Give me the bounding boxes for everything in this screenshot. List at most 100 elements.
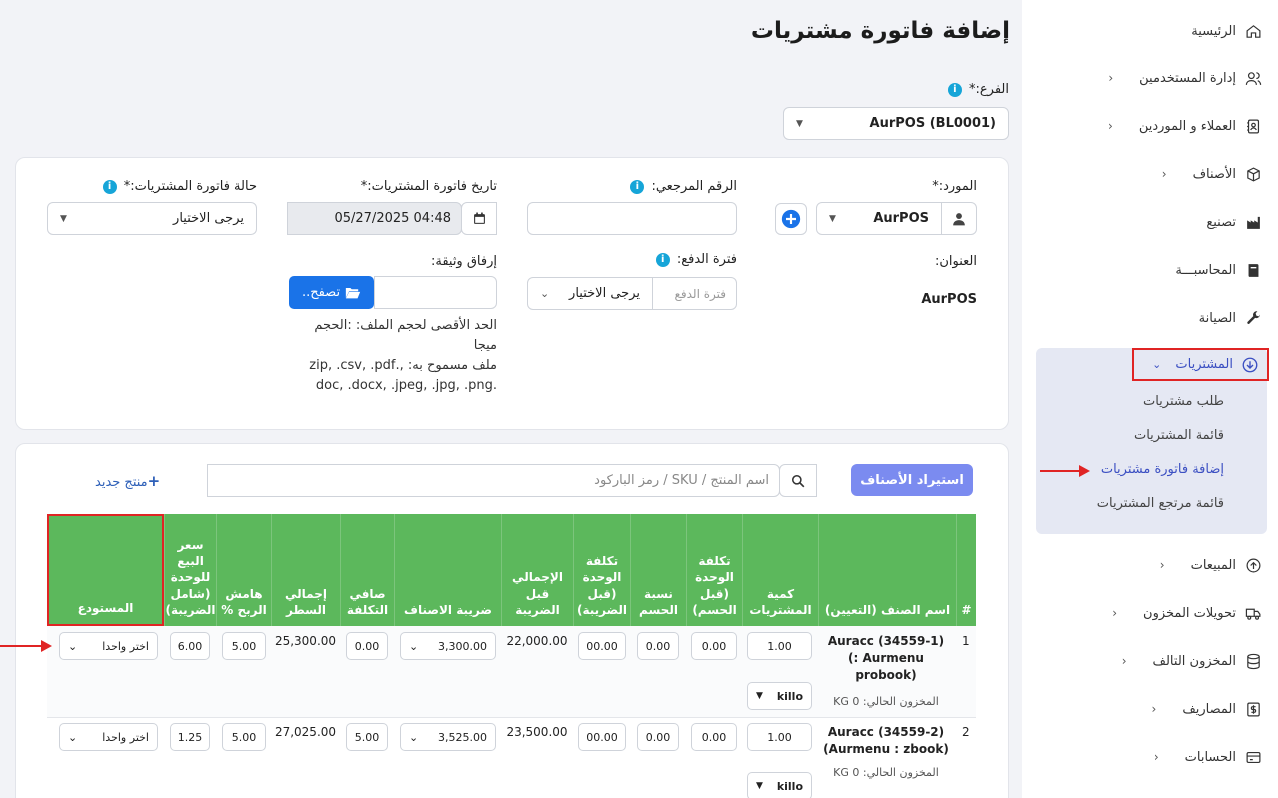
sidebar-item-accounts[interactable]: الحسابات ‹ (1040, 742, 1262, 772)
import-products-button[interactable]: استيراد الأصناف (851, 464, 973, 496)
sidebar-item-home[interactable]: الرئيسية (1040, 16, 1262, 46)
sidebar-item-manufacturing[interactable]: تصنيع (1040, 207, 1262, 237)
product-search-input[interactable]: اسم المنتج / SKU / رمز الباركود (207, 464, 780, 497)
line-total: 27,025.00 (274, 725, 337, 739)
calendar-icon (473, 212, 485, 224)
file-name-input[interactable] (374, 276, 497, 309)
col-selling-price: سعر البيع للوحدة (شامل الضريبة) (164, 514, 216, 626)
wrench-icon (1244, 309, 1262, 327)
unit-cost-before-tax-input[interactable]: 00.00 (578, 632, 626, 660)
add-supplier-button[interactable] (775, 203, 807, 235)
line-total: 25,300.00 (274, 634, 337, 648)
box-icon (1244, 165, 1262, 183)
submenu-purchase-request[interactable]: طلب مشتريات (1044, 394, 1224, 409)
sidebar-item-purchases[interactable]: المشتريات ⌄ (1132, 348, 1269, 381)
chevron-down-icon: ⌄ (409, 639, 419, 653)
chevron-left-icon: ‹ (1112, 606, 1118, 620)
download-icon (1242, 357, 1258, 372)
chevron-down-icon: ⌄ (1152, 358, 1162, 371)
profit-margin-input[interactable]: 5.00 (222, 632, 266, 660)
quantity-input[interactable]: 1.00 (747, 632, 812, 660)
net-cost-input[interactable]: 5.00 (346, 723, 388, 751)
invoice-date-label: تاريخ فاتورة المشتريات:* (360, 179, 497, 194)
branch-select[interactable]: AurPOS (BL0001) ▼ (783, 107, 1009, 140)
unit-cost-input[interactable]: 0.00 (691, 723, 737, 751)
selling-price-input[interactable]: 6.00 (170, 632, 210, 660)
product-name: Auracc (34559-2) (Aurmenu : zbook) (823, 725, 949, 756)
row-number: 1 (962, 634, 970, 648)
col-profit-margin: هامش الربح % (216, 514, 271, 626)
selling-price-input[interactable]: 1.25 (170, 723, 210, 751)
warehouse-select[interactable]: اختر واحدا ⌄ (59, 632, 158, 660)
submenu-purchase-return-list[interactable]: قائمة مرتجع المشتريات (1044, 496, 1224, 511)
col-tax: ضريبة الاصناف (394, 514, 501, 626)
reference-input[interactable] (527, 202, 737, 235)
annotation-arrow (1040, 465, 1090, 477)
calendar-button[interactable] (461, 202, 497, 235)
profit-margin-input[interactable]: 5.00 (222, 723, 266, 751)
browse-button[interactable]: تصفح.. (289, 276, 374, 309)
tax-select[interactable]: 3,525.00 ⌄ (400, 723, 496, 751)
factory-icon (1244, 213, 1262, 231)
chevron-left-icon: ‹ (1108, 119, 1113, 133)
warehouse-select[interactable]: اختر واحدا ⌄ (59, 723, 158, 751)
sidebar-item-maintenance[interactable]: الصيانة (1040, 303, 1262, 333)
wallet-icon (1244, 748, 1262, 766)
supplier-user-icon-box (941, 202, 977, 235)
plus-icon: + (147, 472, 161, 490)
supplier-select[interactable]: AurPOS ▼ (816, 202, 942, 235)
sidebar-item-products[interactable]: الأصناف ‹ (1040, 159, 1262, 189)
sidebar-item-accounting[interactable]: المحاسبـــة (1040, 255, 1262, 285)
invoice-date-input[interactable]: 05/27/2025 04:48 (287, 202, 462, 235)
col-warehouse: المستودع (47, 514, 164, 626)
discount-input[interactable]: 0.00 (637, 632, 679, 660)
col-unit-cost-before-discount: تكلفة الوحدة (قبل الحسم) (686, 514, 742, 626)
sidebar-item-sales[interactable]: المبيعات ‹ (1040, 550, 1262, 580)
tax-select[interactable]: 3,300.00 ⌄ (400, 632, 496, 660)
sidebar-item-customers-suppliers[interactable]: العملاء و الموردين ‹ (1040, 111, 1262, 141)
unit-cost-input[interactable]: 0.00 (691, 632, 737, 660)
search-icon (791, 474, 805, 487)
info-icon: i (655, 252, 670, 267)
new-product-link[interactable]: +منتج جديد (95, 472, 160, 490)
quantity-input[interactable]: 1.00 (747, 723, 812, 751)
invoice-status-select[interactable]: يرجى الاختيار ▼ (47, 202, 257, 235)
invoice-status-label: حالة فاتورة المشتريات:* i (102, 179, 257, 194)
unit-select[interactable]: killo ▼ (747, 772, 812, 798)
chevron-left-icon: ‹ (1121, 654, 1127, 668)
sidebar-item-damaged-stock[interactable]: المخزون التالف ‹ (1040, 646, 1262, 676)
current-stock: المخزون الحالي: KG 0 (833, 766, 939, 779)
chevron-down-icon: ⌄ (409, 730, 419, 744)
chevron-down-icon: ⌄ (68, 730, 78, 744)
payment-term-unit-select[interactable]: يرجى الاختيار ⌄ (527, 277, 653, 310)
net-cost-input[interactable]: 0.00 (346, 632, 388, 660)
user-icon (953, 212, 965, 225)
chevron-left-icon: ‹ (1108, 71, 1114, 85)
users-icon (1244, 69, 1262, 87)
col-unit-cost-before-tax: تكلفة الوحدة (قبل الضريبة) (573, 514, 630, 626)
purchase-form-card (15, 157, 1009, 430)
discount-input[interactable]: 0.00 (637, 723, 679, 751)
sidebar-item-users[interactable]: إدارة المستخدمين ‹ (1040, 63, 1262, 93)
payment-term-input[interactable]: فترة الدفع (652, 277, 737, 310)
sidebar-item-expenses[interactable]: المصاريف ‹ (1040, 694, 1262, 724)
submenu-purchase-list[interactable]: قائمة المشتريات (1044, 428, 1224, 443)
caret-down-icon: ▼ (60, 213, 67, 224)
unit-cost-before-tax-input[interactable]: 00.00 (578, 723, 626, 751)
caret-down-icon: ▼ (756, 781, 763, 791)
truck-icon (1244, 604, 1262, 622)
col-total-before-tax: الإجمالي قبل الضريبة (501, 514, 573, 626)
search-button[interactable] (779, 464, 817, 497)
caret-down-icon: ▼ (756, 691, 763, 701)
chevron-down-icon: ⌄ (68, 639, 78, 653)
col-line-total: إجمالي السطر (271, 514, 340, 626)
supplier-label: المورد:* (932, 179, 977, 194)
address-book-icon (1244, 117, 1262, 135)
col-net-cost: صافي التكلفة (340, 514, 394, 626)
file-size-note: الحد الأقصى لحجم الملف: :الحجم (314, 318, 497, 333)
info-icon: i (947, 82, 962, 97)
sidebar-item-stock-transfers[interactable]: تحويلات المخزون ‹ (1040, 598, 1262, 628)
unit-select[interactable]: killo ▼ (747, 682, 812, 710)
payment-term-label: فترة الدفع: i (655, 252, 737, 267)
branch-label: الفرع:* i (947, 82, 1009, 97)
